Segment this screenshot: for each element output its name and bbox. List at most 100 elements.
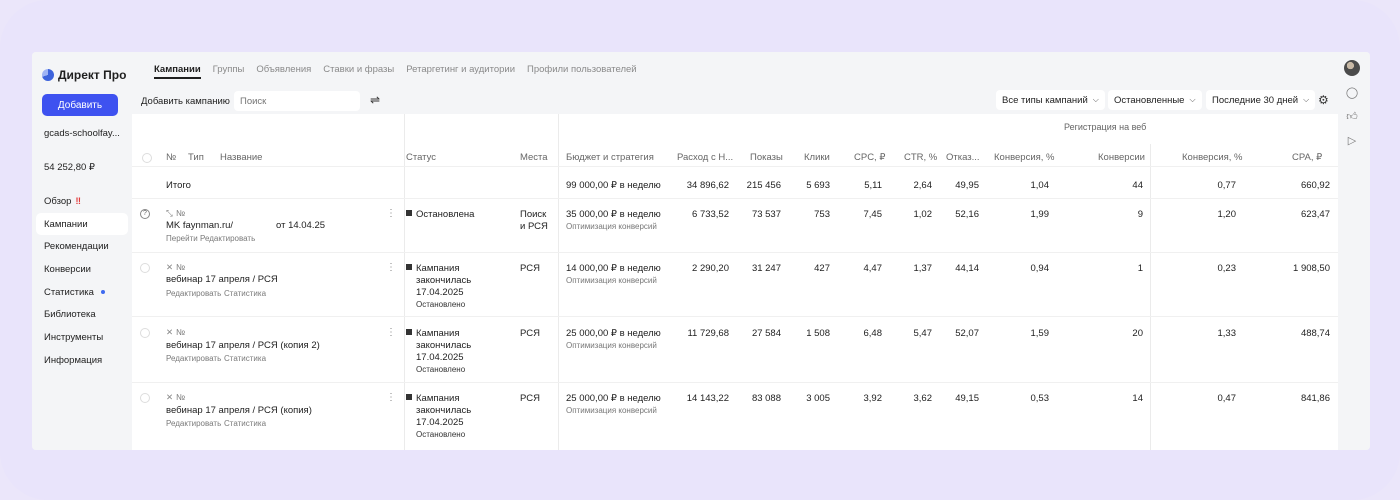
search-input[interactable] xyxy=(234,91,360,111)
chevron-down-icon: ⌵ xyxy=(1092,95,1099,104)
sidebar-item-conversions[interactable]: Конверсии xyxy=(36,258,128,281)
go-link[interactable]: Перейти xyxy=(166,234,198,243)
chat-icon[interactable]: ◯ xyxy=(1345,86,1359,100)
add-button[interactable]: Добавить xyxy=(42,94,118,116)
spend: 14 143,22 xyxy=(686,393,729,404)
header-num[interactable]: № xyxy=(166,152,176,163)
campaign-name[interactable]: вебинар 17 апреля / РСЯ xyxy=(166,274,278,285)
places-line: РСЯ xyxy=(520,263,540,274)
header-name[interactable]: Название xyxy=(220,152,262,163)
row-checkbox[interactable] xyxy=(140,263,150,273)
thumbs-up-icon[interactable]: 👍︎ xyxy=(1345,110,1359,124)
header-conv-rate-goal[interactable]: Конверсия, % xyxy=(1182,152,1243,163)
row-divider xyxy=(132,382,1338,383)
campaign-name[interactable]: вебинар 17 апреля / РСЯ (копия 2) xyxy=(166,340,320,351)
statistics-link[interactable]: Статистика xyxy=(224,289,266,298)
tab-ads[interactable]: Объявления xyxy=(256,64,311,79)
header-conv-rate[interactable]: Конверсия, % xyxy=(994,152,1055,163)
tab-user-profiles[interactable]: Профили пользователей xyxy=(527,64,637,79)
header-cpa[interactable]: CPA, ₽ xyxy=(1292,152,1322,163)
row-divider xyxy=(132,198,1338,199)
status-text: Остановлена xyxy=(406,209,474,220)
tab-bar: Кампании Группы Объявления Ставки и фраз… xyxy=(154,64,637,79)
campaign-num: № xyxy=(176,392,186,402)
main-content: Кампании Группы Объявления Ставки и фраз… xyxy=(132,52,1338,450)
chevron-down-icon: ⌵ xyxy=(1303,95,1310,104)
tab-retargeting[interactable]: Ретаргетинг и аудитории xyxy=(406,64,515,79)
row-checkbox[interactable] xyxy=(140,393,150,403)
conv-rate: 1,59 xyxy=(1030,328,1050,339)
sidebar-item-tools[interactable]: Инструменты xyxy=(36,326,128,349)
more-icon[interactable]: ⋮ xyxy=(386,327,396,338)
conv-rate-goal: 0,23 xyxy=(1217,263,1237,274)
status-text: Кампания xyxy=(406,328,459,339)
more-icon[interactable]: ⋮ xyxy=(386,262,396,273)
header-clicks[interactable]: Клики xyxy=(804,152,830,163)
sidebar-nav: Обзор ‼ Кампании Рекомендации Конверсии … xyxy=(36,190,128,372)
account-name[interactable]: gcads-schoolfay... xyxy=(44,128,120,139)
avatar[interactable] xyxy=(1344,60,1360,76)
statistics-link[interactable]: Статистика xyxy=(224,354,266,363)
gear-icon[interactable]: ⚙ xyxy=(1318,93,1329,107)
total-ctr: 2,64 xyxy=(913,180,933,191)
toolbar: Добавить кампанию ⇌ Все типы кампаний ⌵ … xyxy=(132,88,1338,114)
campaign-name[interactable]: вебинар 17 апреля / РСЯ (копия) xyxy=(166,405,312,416)
budget: 25 000,00 ₽ в неделю xyxy=(566,393,661,404)
more-icon[interactable]: ⋮ xyxy=(386,208,396,219)
header-bounce[interactable]: Отказ... xyxy=(946,152,980,163)
add-campaign-button[interactable]: Добавить кампанию xyxy=(138,91,233,111)
edit-link[interactable]: Редактировать xyxy=(166,289,221,298)
campaign-type-icon: ✕ xyxy=(166,327,174,337)
logo[interactable]: Директ Про xyxy=(42,68,126,82)
budget: 25 000,00 ₽ в неделю xyxy=(566,328,661,339)
play-icon[interactable]: ▷ xyxy=(1345,134,1359,148)
total-label: Итого xyxy=(166,180,191,191)
sidebar-item-statistics[interactable]: Статистика xyxy=(36,281,128,304)
sidebar-item-library[interactable]: Библиотека xyxy=(36,303,128,326)
filter-settings-icon[interactable]: ⇌ xyxy=(368,93,382,109)
period-select[interactable]: Последние 30 дней ⌵ xyxy=(1206,90,1316,110)
places-line: РСЯ xyxy=(520,393,540,404)
statistics-link[interactable]: Статистика xyxy=(224,419,266,428)
strategy: Оптимизация конверсий xyxy=(566,222,657,231)
sidebar-item-recommendations[interactable]: Рекомендации xyxy=(36,235,128,258)
select-all-checkbox[interactable] xyxy=(142,153,152,163)
header-cpc[interactable]: CPC, ₽ xyxy=(854,152,885,163)
header-conversions[interactable]: Конверсии xyxy=(1098,152,1145,163)
sidebar-item-overview[interactable]: Обзор ‼ xyxy=(36,190,128,213)
campaigns-table: Регистрация на веб № Тип Название Статус… xyxy=(132,114,1338,450)
clicks: 1 508 xyxy=(806,328,830,339)
header-type[interactable]: Тип xyxy=(188,152,204,163)
help-icon[interactable]: ? xyxy=(140,209,150,219)
bounce: 49,15 xyxy=(955,393,979,404)
sidebar-item-campaigns[interactable]: Кампании xyxy=(36,212,128,236)
tab-groups[interactable]: Группы xyxy=(213,64,245,79)
logo-text: Директ Про xyxy=(58,68,127,82)
campaign-type-select[interactable]: Все типы кампаний ⌵ xyxy=(996,90,1105,110)
header-spend[interactable]: Расход с Н... xyxy=(677,152,733,163)
spend: 11 729,68 xyxy=(687,328,729,339)
header-places[interactable]: Места xyxy=(520,152,548,163)
header-impressions[interactable]: Показы xyxy=(750,152,783,163)
edit-link[interactable]: Редактировать xyxy=(166,419,221,428)
ctr: 3,62 xyxy=(913,393,933,404)
edit-link[interactable]: Редактировать xyxy=(166,354,221,363)
more-icon[interactable]: ⋮ xyxy=(386,392,396,403)
edit-link[interactable]: Редактировать xyxy=(200,234,255,243)
campaign-name[interactable]: MK faynman.ru/ xyxy=(166,220,233,231)
tab-bids[interactable]: Ставки и фразы xyxy=(323,64,394,79)
column-divider xyxy=(404,114,405,450)
tab-campaigns[interactable]: Кампании xyxy=(154,64,201,79)
impressions: 27 584 xyxy=(751,328,781,339)
row-checkbox[interactable] xyxy=(140,328,150,338)
header-budget[interactable]: Бюджет и стратегия xyxy=(566,152,654,163)
sidebar-item-label: Инструменты xyxy=(44,331,104,343)
header-status[interactable]: Статус xyxy=(406,152,436,163)
conv-rate: 0,94 xyxy=(1030,263,1050,274)
total-conversions: 44 xyxy=(1132,180,1143,191)
status-select[interactable]: Остановленные ⌵ xyxy=(1108,90,1202,110)
sidebar-item-info[interactable]: Информация xyxy=(36,349,128,372)
sidebar-item-label: Конверсии xyxy=(44,263,91,275)
total-bounce: 49,95 xyxy=(955,180,979,191)
header-ctr[interactable]: CTR, % xyxy=(904,152,937,163)
